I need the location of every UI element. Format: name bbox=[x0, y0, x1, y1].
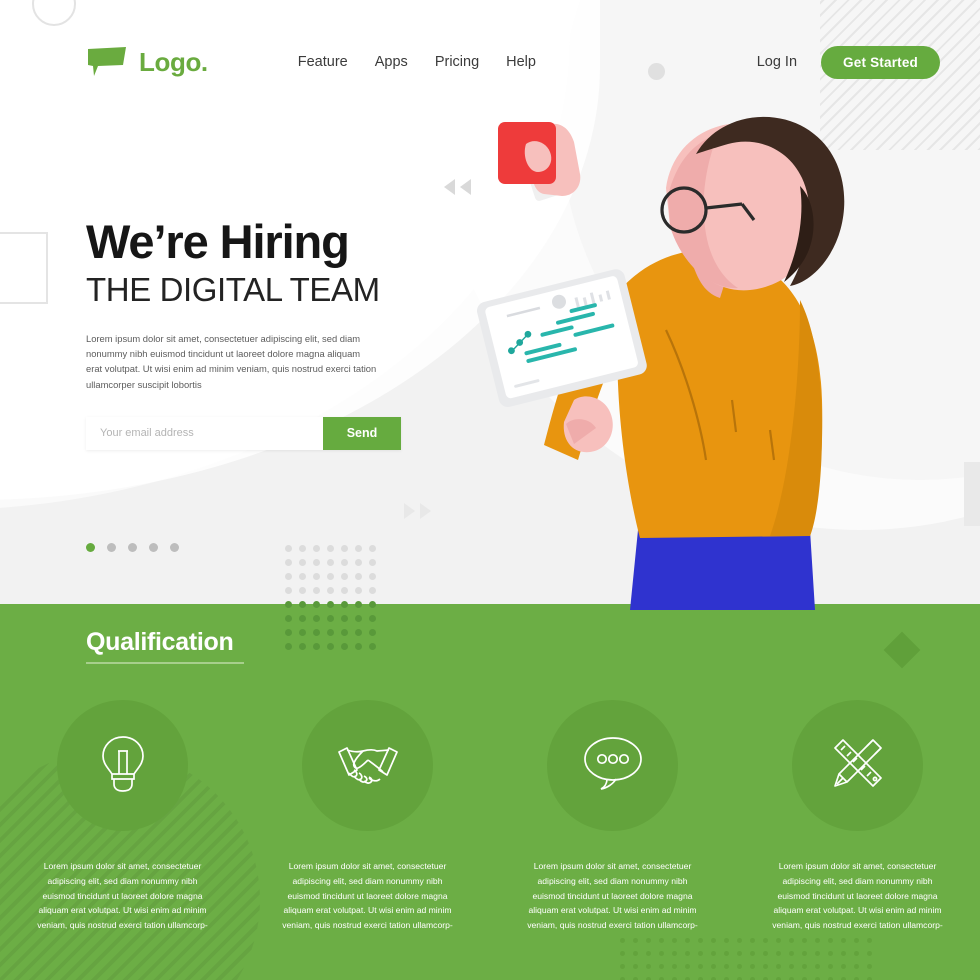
hero-paragraph: Lorem ipsum dolor sit amet, consectetuer… bbox=[86, 333, 377, 390]
carousel-dot-4[interactable] bbox=[149, 543, 158, 552]
speech-bubble-icon bbox=[86, 47, 128, 77]
handshake-icon bbox=[335, 740, 401, 791]
feature-list: Lorem ipsum dolor sit amet, consectetuer… bbox=[0, 700, 980, 933]
feature-text: Lorem ipsum dolor sit amet, consectetuer… bbox=[772, 861, 943, 931]
brand-logo[interactable]: Logo. bbox=[86, 47, 208, 78]
carousel-dots bbox=[86, 543, 179, 552]
get-started-button[interactable]: Get Started bbox=[821, 45, 940, 79]
feature-item-4: Lorem ipsum dolor sit amet, consectetuer… bbox=[735, 700, 980, 933]
feature-icon-circle bbox=[547, 700, 678, 831]
main-navbar: Logo. Feature Apps Pricing Help Log In G… bbox=[0, 0, 980, 124]
qualification-title: Qualification bbox=[86, 628, 234, 656]
feature-text: Lorem ipsum dolor sit amet, consectetuer… bbox=[37, 861, 208, 931]
feature-icon-circle bbox=[302, 700, 433, 831]
login-link[interactable]: Log In bbox=[757, 54, 797, 70]
double-arrow-left-icon bbox=[444, 179, 471, 195]
decor-dot-grid-bottom bbox=[620, 938, 920, 980]
speech-bubble-ellipsis-icon bbox=[581, 735, 645, 796]
man-holding-tablet-illustration bbox=[470, 100, 900, 610]
feature-text: Lorem ipsum dolor sit amet, consectetuer… bbox=[527, 861, 698, 931]
decor-dot-grid-middle bbox=[285, 545, 383, 661]
carousel-dot-1[interactable] bbox=[86, 543, 95, 552]
nav-item-pricing[interactable]: Pricing bbox=[435, 54, 479, 70]
nav-item-feature[interactable]: Feature bbox=[298, 54, 348, 70]
carousel-dot-2[interactable] bbox=[107, 543, 116, 552]
hero-title: We’re Hiring bbox=[86, 215, 350, 268]
lightbulb-icon bbox=[97, 733, 149, 798]
feature-item-3: Lorem ipsum dolor sit amet, consectetuer… bbox=[490, 700, 735, 933]
carousel-dot-5[interactable] bbox=[170, 543, 179, 552]
email-input[interactable] bbox=[86, 416, 323, 450]
carousel-dot-3[interactable] bbox=[128, 543, 137, 552]
brand-name: Logo. bbox=[139, 46, 208, 77]
nav-item-help[interactable]: Help bbox=[506, 54, 536, 70]
feature-item-2: Lorem ipsum dolor sit amet, consectetuer… bbox=[245, 700, 490, 933]
subscribe-form: Send bbox=[86, 416, 401, 450]
nav-item-apps[interactable]: Apps bbox=[375, 54, 408, 70]
decor-square-right-edge bbox=[964, 462, 980, 526]
feature-item-1: Lorem ipsum dolor sit amet, consectetuer… bbox=[0, 700, 245, 933]
feature-icon-circle bbox=[792, 700, 923, 831]
hero-subtitle: THE DIGITAL TEAM bbox=[86, 271, 380, 308]
landing-page: Logo. Feature Apps Pricing Help Log In G… bbox=[0, 0, 980, 980]
nav-links: Feature Apps Pricing Help bbox=[298, 54, 536, 70]
send-button[interactable]: Send bbox=[323, 416, 401, 450]
qualification-title-underline bbox=[86, 662, 244, 664]
hero-copy: We’re Hiring THE DIGITAL TEAM Lorem ipsu… bbox=[86, 218, 416, 450]
pencil-ruler-icon bbox=[827, 732, 889, 799]
double-arrow-right-icon bbox=[404, 503, 431, 519]
feature-text: Lorem ipsum dolor sit amet, consectetuer… bbox=[282, 861, 453, 931]
decor-square-outline-left bbox=[0, 232, 48, 304]
nav-actions: Log In Get Started bbox=[757, 45, 940, 79]
feature-icon-circle bbox=[57, 700, 188, 831]
